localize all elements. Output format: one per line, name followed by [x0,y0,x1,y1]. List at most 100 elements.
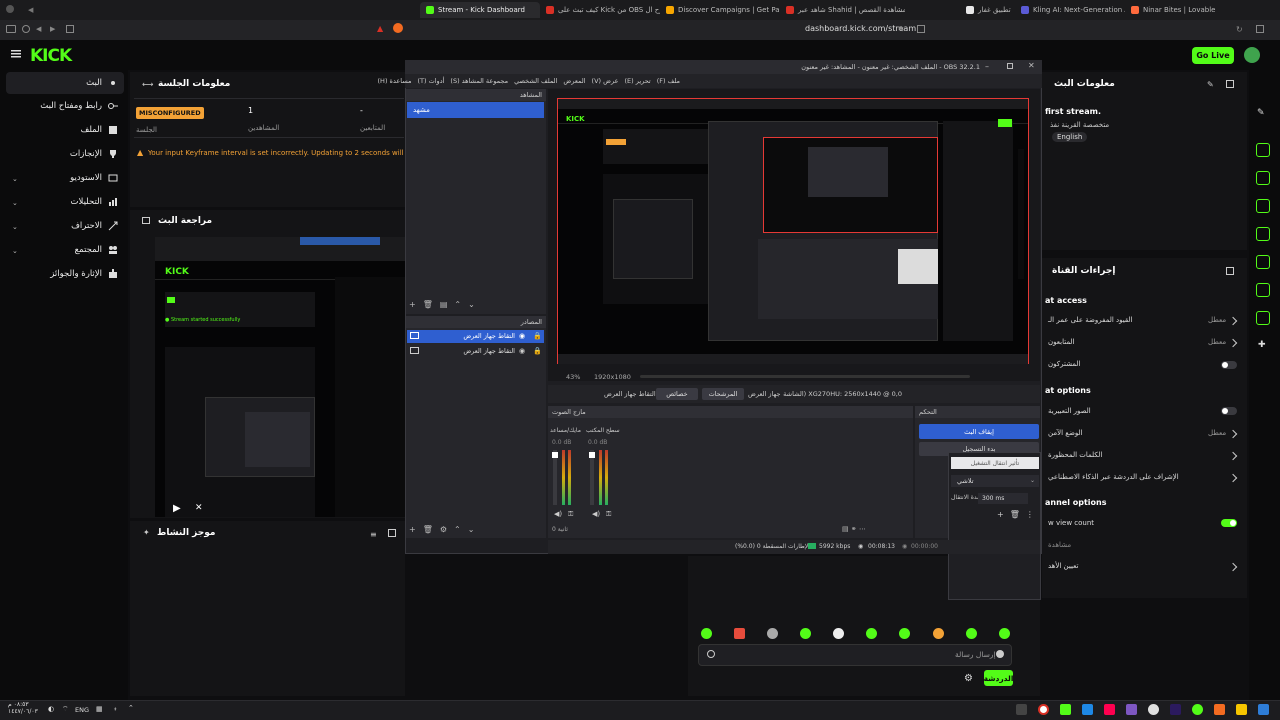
link-icon[interactable]: ⚭ [851,525,857,533]
tab-kling[interactable]: Kling AI: Next-Generation AI Creative [1015,2,1125,18]
menu-scene-collection[interactable]: مجموعة المشاهد (S) [450,77,508,85]
windows-start-icon[interactable] [1258,704,1269,715]
window-menu-icon[interactable] [6,5,14,13]
trash-icon[interactable]: 🗑 [1010,510,1020,519]
gear-icon[interactable]: ⚙ [440,525,447,534]
close-icon[interactable]: ✕ [1028,61,1035,70]
tab-campaigns[interactable]: Discover Campaigns | Get Paid for Po... [660,2,780,18]
emote-icon[interactable] [933,628,944,639]
subscribers-only-toggle[interactable] [1221,361,1237,369]
trash-icon[interactable]: 🗑 [423,300,433,309]
gear-icon[interactable]: ⚙ [964,673,973,684]
go-live-button[interactable]: Go Live [1192,47,1234,64]
taskbar-app-icon[interactable] [1104,704,1115,715]
sidebar-item-analytics[interactable]: التحليلات [6,191,124,213]
sidebar-toggle-icon[interactable] [6,25,16,33]
back-button[interactable]: ◀ [36,25,41,33]
chevron-down-icon[interactable]: ⌄ [12,199,18,207]
taskbar-app-icon[interactable] [1060,704,1071,715]
taskbar-app-icon[interactable] [1170,704,1181,715]
up-icon[interactable]: ⌃ [454,300,461,309]
wifi-icon[interactable]: ⌔ [62,705,69,714]
chevron-up-icon[interactable]: ⌃ [128,704,134,712]
popout-icon[interactable] [388,529,396,537]
tab-kick-dashboard[interactable]: Stream - Kick Dashboard [420,2,540,18]
tab-kick-obs-tutorial[interactable]: كيف تبث على Kick من OBS الشرح ال... [540,2,660,18]
pin-icon[interactable]: ✦ [143,528,150,537]
volume-slider[interactable] [590,450,594,505]
add-icon[interactable]: ✚ [1258,340,1266,350]
add-icon[interactable]: + [409,300,416,309]
minimize-icon[interactable]: – [985,62,989,71]
list-icon[interactable]: ▤ [842,525,849,533]
transition-select[interactable]: تلاشي [951,475,1039,487]
volume-slider-handle[interactable] [552,452,558,458]
reload-icon[interactable] [66,25,74,33]
edit-icon[interactable]: ✎ [1207,80,1214,89]
collapse-icon[interactable]: ⟷ [142,80,153,89]
taskbar-app-icon[interactable] [1192,704,1203,715]
sidebar-item-profile[interactable]: الملف [6,119,124,141]
tab-ninar[interactable]: Ninar Bites | Lovable [1125,2,1235,18]
emote-icon[interactable] [866,628,877,639]
menu-docks[interactable]: المعرض [563,77,585,85]
trash-icon[interactable]: 🗑 [423,525,433,534]
chat-send-button[interactable]: الدردشة [984,670,1013,686]
avatar[interactable] [1244,47,1260,63]
emote-icon[interactable] [833,628,844,639]
emote-icon[interactable] [734,628,745,639]
quick-action-raid-icon[interactable] [1256,171,1270,185]
emote-icon[interactable] [999,628,1010,639]
tab-shahid[interactable]: شاهد عبر Shahid | مشاهدة القصص [780,2,905,18]
add-icon[interactable]: + [997,510,1004,519]
emote-icon[interactable] [966,628,977,639]
filter-icon[interactable]: ▤ [440,300,448,309]
menu-profile[interactable]: الملف الشخصي [514,77,557,85]
emotes-only-toggle[interactable] [1221,407,1237,415]
ad-block-icon[interactable]: ▲ [377,24,383,33]
stop-stream-button[interactable]: إيقاف البث [919,424,1039,439]
quick-action-host-icon[interactable] [1256,199,1270,213]
emote-icon[interactable] [800,628,811,639]
quick-action-poll-icon[interactable] [1256,255,1270,269]
kick-logo[interactable]: KICK [30,46,72,66]
obs-preview-canvas[interactable]: KICK [557,98,1029,364]
menu-view[interactable]: عرض (V) [592,77,619,85]
sidebar-item-stream-key[interactable]: رابط ومفتاح البث [6,95,124,117]
menu-tools[interactable]: أدوات (T) [418,77,445,85]
quick-action-chat-icon[interactable] [1256,227,1270,241]
menu-help[interactable]: مساعدة (H) [378,77,412,85]
up-icon[interactable]: ⌃ [454,525,461,534]
popout-icon[interactable] [1226,80,1234,88]
sidebar-item-community[interactable]: المجتمع [6,239,124,261]
lock-icon[interactable]: 🔒 [533,347,542,355]
tab-app[interactable]: تطبيق غفار [960,2,1015,18]
expand-icon[interactable] [142,217,150,224]
quick-action-clip-icon[interactable] [1256,143,1270,157]
scene-item[interactable]: مشهد [407,102,544,118]
maximize-icon[interactable] [1007,63,1013,69]
taskbar-app-icon[interactable] [1148,704,1159,715]
preview-scrollbar[interactable] [640,375,970,378]
taskbar-app-icon[interactable] [1016,704,1027,715]
forward-button[interactable]: ▶ [50,25,55,33]
properties-button[interactable]: خصائص [656,388,698,400]
chevron-down-icon[interactable]: ⌄ [12,223,18,231]
brave-shield-icon[interactable] [393,23,403,33]
chevron-down-icon[interactable]: ⌄ [12,175,18,183]
add-icon[interactable]: + [409,525,416,534]
menu-icon[interactable]: ⋯ [859,525,866,533]
chat-mode-icon[interactable] [996,650,1004,658]
sidebar-item-pro[interactable]: الاحتراف [6,215,124,237]
back-icon[interactable]: ◀ [28,6,33,14]
speaker-icon[interactable]: ◀) [592,510,600,518]
transition-effect-label[interactable]: تأثير انتقال التشغيل [951,457,1039,469]
chevron-down-icon[interactable]: ⌄ [12,247,18,255]
menu-file[interactable]: ملف (F) [657,77,680,85]
down-icon[interactable]: ⌄ [468,525,475,534]
share-icon[interactable]: ⇆ [898,25,904,33]
sidebar-item-studio[interactable]: الاستوديو [6,167,124,189]
volume-slider-handle[interactable] [589,452,595,458]
notification-icon[interactable]: ◐ [48,705,54,713]
speaker-icon[interactable]: ◀) [554,510,562,518]
